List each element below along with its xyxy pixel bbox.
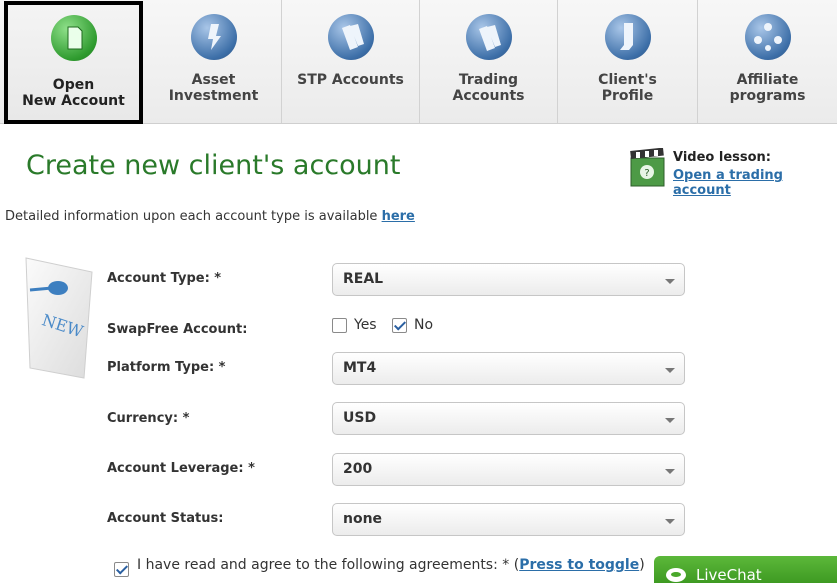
press-to-toggle-link[interactable]: Press to toggle <box>519 557 639 573</box>
account-type-select[interactable]: REAL <box>332 263 685 296</box>
account-status-select[interactable]: none <box>332 503 685 536</box>
tab-label-line2: Investment <box>168 88 259 104</box>
trading-accounts-icon <box>465 14 512 60</box>
tab-label-line2: Profile <box>601 88 654 104</box>
currency-value: USD <box>343 410 377 426</box>
swapfree-label: SwapFree Account: <box>107 322 248 337</box>
agreements-text: I have read and agree to the following a… <box>137 557 645 573</box>
livechat-button[interactable]: LiveChat <box>654 556 837 583</box>
tab-label-line1: Open <box>52 77 95 93</box>
tab-asset-investment[interactable]: Asset Investment <box>146 0 282 123</box>
tab-affiliate-programs[interactable]: Affiliate programs <box>698 0 837 123</box>
platform-type-label: Platform Type: * <box>107 360 226 375</box>
chevron-down-icon <box>665 368 675 373</box>
svg-text:?: ? <box>644 168 649 179</box>
tab-label-line1: Asset <box>191 72 236 88</box>
chevron-down-icon <box>665 418 675 423</box>
asset-investment-icon <box>190 14 237 60</box>
agreements-label: I have read and agree to the following a… <box>137 557 520 573</box>
platform-type-value: MT4 <box>343 360 377 376</box>
livechat-label: LiveChat <box>696 566 762 583</box>
top-navigation: Open New Account Asset Investment STP Ac… <box>0 0 837 124</box>
tab-label-line1: Affiliate programs <box>729 72 806 104</box>
agreements-checkbox[interactable] <box>114 562 129 577</box>
video-lesson-link[interactable]: Open a trading account <box>673 168 835 198</box>
tab-stp-accounts[interactable]: STP Accounts <box>282 0 420 123</box>
leverage-label: Account Leverage: * <box>107 461 255 476</box>
leverage-value: 200 <box>343 461 373 477</box>
client-profile-icon <box>604 14 651 60</box>
open-account-icon <box>50 15 97 61</box>
account-status-label: Account Status: <box>107 511 224 526</box>
currency-select[interactable]: USD <box>332 402 685 435</box>
account-type-value: REAL <box>343 271 384 287</box>
currency-label: Currency: * <box>107 411 190 426</box>
tab-open-new-account[interactable]: Open New Account <box>4 1 143 124</box>
chat-bubble-icon <box>666 568 686 582</box>
info-here-link[interactable]: here <box>382 209 415 224</box>
video-clapperboard-icon: ? <box>630 148 665 187</box>
video-lesson: ? Video lesson: Open a trading account <box>630 148 835 198</box>
affiliate-programs-icon <box>744 14 791 60</box>
tab-label-line1: STP Accounts <box>297 72 404 88</box>
tab-clients-profile[interactable]: Client's Profile <box>558 0 698 123</box>
swapfree-yes-checkbox[interactable] <box>332 318 347 333</box>
tab-label-line2: Accounts <box>452 88 525 104</box>
account-type-label: Account Type: * <box>107 271 222 286</box>
tab-trading-accounts[interactable]: Trading Accounts <box>420 0 558 123</box>
video-lesson-title: Video lesson: <box>673 150 772 165</box>
platform-type-select[interactable]: MT4 <box>332 352 685 385</box>
account-info-text: Detailed information upon each account t… <box>5 209 415 224</box>
chevron-down-icon <box>665 519 675 524</box>
leverage-select[interactable]: 200 <box>332 453 685 486</box>
tab-label-line1: Trading <box>458 72 519 88</box>
stp-accounts-icon <box>327 14 374 60</box>
swapfree-no-checkbox[interactable] <box>392 318 407 333</box>
new-note-icon: NEW <box>25 257 93 379</box>
agreements-end: ) <box>639 557 645 573</box>
account-status-value: none <box>343 511 383 527</box>
page-title: Create new client's account <box>26 150 401 181</box>
tab-label-line2: New Account <box>22 93 125 109</box>
tab-label-line1: Client's <box>598 72 657 88</box>
chevron-down-icon <box>665 279 675 284</box>
swapfree-yes-label: Yes <box>354 317 377 333</box>
info-text: Detailed information upon each account t… <box>5 209 378 224</box>
chevron-down-icon <box>665 469 675 474</box>
swapfree-no-label: No <box>414 317 434 333</box>
